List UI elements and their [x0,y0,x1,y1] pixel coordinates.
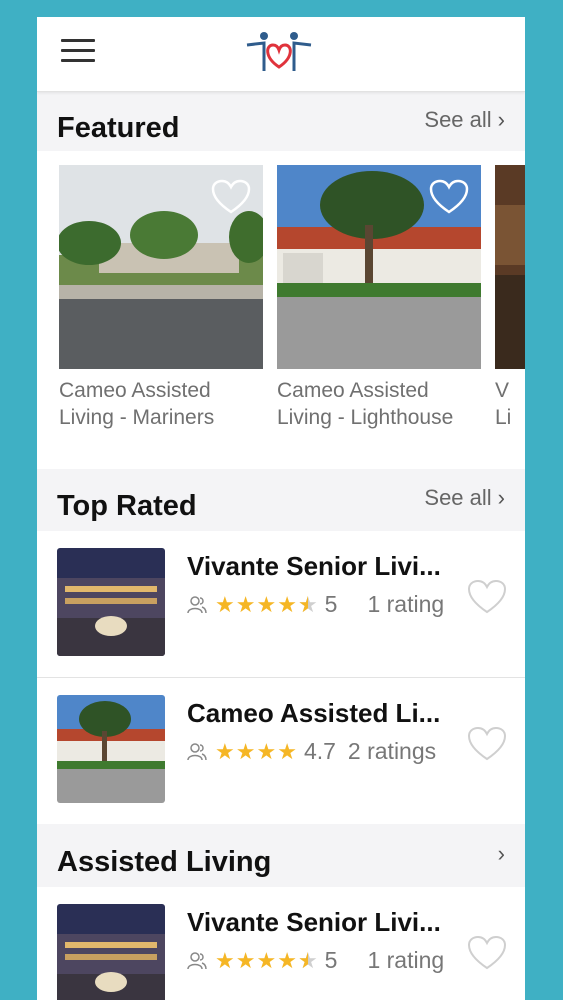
assisted-living-title: Assisted Living [57,846,272,878]
star-icon: ★ [235,738,256,764]
rating-summary: ★ ★ ★ ★ 4.7 2 ratings [187,738,436,765]
list-item[interactable]: Cameo Assisted Li... ★ ★ ★ ★ 4.7 2 ratin… [37,678,525,824]
facility-name: Cameo Assisted Living - Lighthouse [277,377,481,431]
star-icon: ★ [277,591,297,617]
favorite-heart-icon[interactable] [211,179,251,215]
app-screen: Featured See all › Cameo Assisted Living… [37,17,525,1000]
app-bar [37,17,525,92]
facility-name-line: V [495,379,510,402]
star-icon: ★ [256,591,277,617]
top-rated-title: Top Rated [57,490,197,522]
favorite-heart-icon[interactable] [467,935,507,971]
facility-name-line: Li [495,406,512,429]
rating-value: 5 [324,947,338,973]
favorite-heart-icon[interactable] [467,726,507,762]
top-rated-see-all-link[interactable]: See all › [424,485,505,511]
star-rating: ★ ★ ★ ★ ★ [215,592,319,618]
featured-see-all-link[interactable]: See all › [424,107,505,133]
featured-carousel[interactable]: Cameo Assisted Living - Mariners Cameo A… [37,151,525,469]
rating-value: 5 [324,591,338,617]
chevron-right-icon: › [497,485,505,510]
facility-name: V Li [495,377,525,431]
facility-name: Vivante Senior Livi... [187,551,441,581]
rating-count: 2 ratings [347,738,437,764]
facility-name-line: Living - Lighthouse [277,406,454,429]
featured-card[interactable]: V Li [495,165,525,431]
users-icon [187,742,207,760]
see-all-label: See all [424,107,492,132]
facility-thumbnail [57,695,165,803]
favorite-heart-icon[interactable] [467,579,507,615]
half-star-icon: ★ [298,592,318,618]
rating-count: 1 rating [367,591,445,617]
star-icon: ★ [215,947,235,973]
star-rating: ★ ★ ★ ★ ★ [215,948,319,974]
featured-card[interactable]: Cameo Assisted Living - Mariners [59,165,263,431]
list-item[interactable]: Vivante Senior Livi... ★ ★ ★ ★ ★ 5 1 rat… [37,531,525,677]
facility-name-line: Living - Mariners [59,406,215,429]
facility-name-line: Cameo Assisted [277,379,429,402]
facility-photo [59,165,263,369]
facility-photo [495,165,525,369]
star-icon: ★ [235,591,256,617]
featured-card[interactable]: Cameo Assisted Living - Lighthouse [277,165,481,431]
rating-count: 1 rating [367,947,445,973]
family-heart-logo [246,32,312,71]
assisted-living-see-all-link[interactable]: › [492,841,505,867]
star-icon: ★ [256,738,277,764]
star-icon: ★ [277,738,297,764]
star-icon: ★ [277,947,297,973]
favorite-heart-icon[interactable] [429,179,469,215]
top-rated-section-header: Top Rated See all › [37,473,525,529]
star-rating: ★ ★ ★ ★ [215,739,298,765]
facility-name: Cameo Assisted Living - Mariners [59,377,263,431]
facility-name: Vivante Senior Livi... [187,907,441,937]
users-icon [187,951,207,969]
star-icon: ★ [235,947,256,973]
facility-thumbnail [57,548,165,656]
featured-section-header: Featured See all › [37,95,525,151]
facility-name: Cameo Assisted Li... [187,698,441,728]
star-icon: ★ [215,738,235,764]
star-icon: ★ [256,947,277,973]
facility-thumbnail [57,904,165,1000]
facility-photo [277,165,481,369]
users-icon [187,595,207,613]
half-star-icon: ★ [298,948,318,974]
see-all-label: See all [424,485,492,510]
rating-value: 4.7 [303,738,336,764]
rating-summary: ★ ★ ★ ★ ★ 5 1 rating [187,591,444,618]
assisted-living-section-header: Assisted Living › [37,829,525,885]
facility-name-line: Cameo Assisted [59,379,211,402]
chevron-right-icon: › [497,107,505,132]
rating-summary: ★ ★ ★ ★ ★ 5 1 rating [187,947,444,974]
hamburger-menu-icon[interactable] [61,39,95,67]
featured-title: Featured [57,112,180,144]
chevron-right-icon: › [497,841,505,866]
star-icon: ★ [215,591,235,617]
list-item[interactable]: Vivante Senior Livi... ★ ★ ★ ★ ★ 5 1 rat… [37,887,525,1000]
